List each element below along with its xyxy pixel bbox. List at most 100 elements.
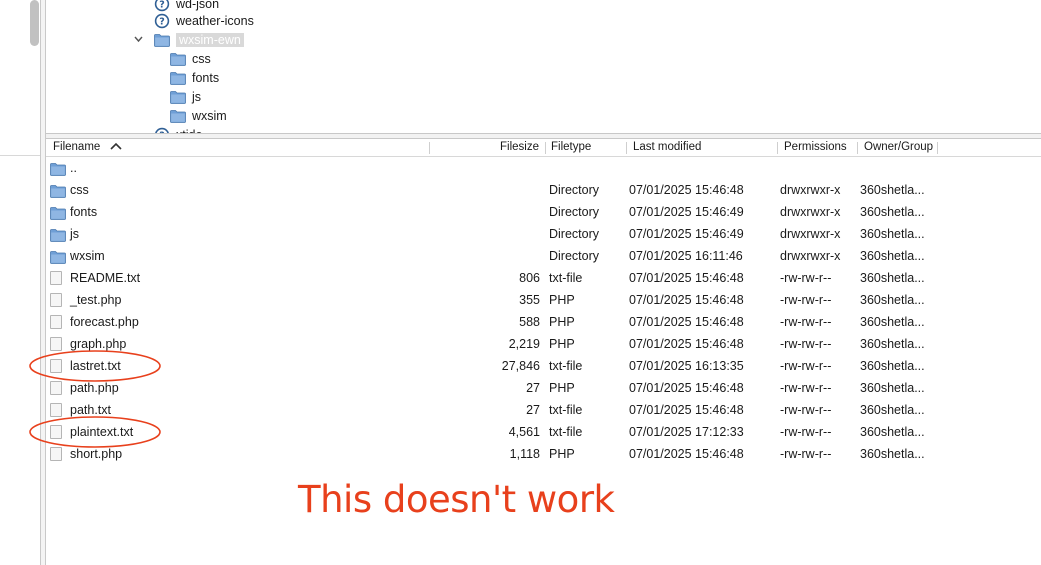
column-separator[interactable] xyxy=(545,142,546,154)
file-icon xyxy=(50,447,65,461)
file-type: PHP xyxy=(549,315,575,329)
file-owner: 360shetla... xyxy=(860,337,925,351)
tree-item-label: wxsim-ewn xyxy=(176,32,244,47)
file-owner: 360shetla... xyxy=(860,205,925,219)
tree-item[interactable]: wxsim xyxy=(170,106,227,125)
file-modified: 07/01/2025 15:46:49 xyxy=(629,227,744,241)
tree-item-label: js xyxy=(192,89,202,104)
table-row[interactable]: plaintext.txt 4,561 txt-file 07/01/2025 17:… xyxy=(46,421,1041,443)
local-pane xyxy=(0,0,40,565)
tree-item-label: wd-json xyxy=(176,0,220,11)
file-permissions: -rw-rw-r-- xyxy=(780,359,832,373)
tree-item[interactable]: fonts xyxy=(170,68,219,87)
file-size xyxy=(426,223,540,245)
file-owner: 360shetla... xyxy=(860,315,925,329)
file-size xyxy=(426,201,540,223)
table-row[interactable]: lastret.txt 27,846 txt-file 07/01/2025 16:1… xyxy=(46,355,1041,377)
folder-icon xyxy=(50,249,66,264)
file-name: js xyxy=(70,227,80,241)
file-icon xyxy=(50,381,65,395)
file-modified: 07/01/2025 15:46:48 xyxy=(629,293,744,307)
file-type: txt-file xyxy=(549,403,583,417)
tree-item[interactable]: css xyxy=(170,49,211,68)
column-filename[interactable]: Filename xyxy=(53,139,122,156)
column-separator[interactable] xyxy=(777,142,778,154)
table-row[interactable]: README.txt 806 txt-file 07/01/2025 15:46:48… xyxy=(46,267,1041,289)
file-name: plaintext.txt xyxy=(70,425,134,439)
file-permissions: drwxrwxr-x xyxy=(780,249,841,263)
folder-icon xyxy=(170,90,186,104)
file-name: wxsim xyxy=(70,249,105,263)
file-icon xyxy=(50,337,65,351)
file-modified: 07/01/2025 15:46:48 xyxy=(629,337,744,351)
chevron-down-icon[interactable] xyxy=(134,32,143,43)
folder-icon xyxy=(50,161,66,176)
column-owner-group[interactable]: Owner/Group xyxy=(864,139,933,156)
file-owner: 360shetla... xyxy=(860,271,925,285)
column-filetype[interactable]: Filetype xyxy=(551,139,591,156)
file-owner: 360shetla... xyxy=(860,227,925,241)
table-row[interactable]: wxsim Directory 07/01/2025 16:11:46 drwxrwx… xyxy=(46,245,1041,267)
file-type: Directory xyxy=(549,249,600,263)
tree-item-label: css xyxy=(192,51,211,66)
folder-icon xyxy=(50,205,66,220)
file-modified: 07/01/2025 15:46:48 xyxy=(629,381,744,395)
tree-item[interactable]: wxsim-ewn xyxy=(154,30,244,49)
file-size: 27,846 xyxy=(501,359,540,373)
table-row[interactable]: path.php 27 PHP 07/01/2025 15:46:48 -rw-rw-r… xyxy=(46,377,1041,399)
file-name: css xyxy=(70,183,89,197)
column-separator[interactable] xyxy=(626,142,627,154)
help-icon: ? xyxy=(154,0,170,12)
table-row[interactable]: forecast.php 588 PHP 07/01/2025 15:46:48 -rw… xyxy=(46,311,1041,333)
file-owner: 360shetla... xyxy=(860,183,925,197)
table-row[interactable]: graph.php 2,219 PHP 07/01/2025 15:46:48 -rw-… xyxy=(46,333,1041,355)
local-pane-divider xyxy=(0,155,40,156)
column-last-modified[interactable]: Last modified xyxy=(633,139,701,156)
column-separator[interactable] xyxy=(857,142,858,154)
table-row[interactable]: css Directory 07/01/2025 15:46:48 drwxrwxr-… xyxy=(46,179,1041,201)
file-permissions: -rw-rw-r-- xyxy=(780,381,832,395)
file-modified: 07/01/2025 16:11:46 xyxy=(629,249,743,263)
folder-icon xyxy=(170,52,186,66)
table-row[interactable]: fonts Directory 07/01/2025 15:46:49 drwxrwx… xyxy=(46,201,1041,223)
file-owner: 360shetla... xyxy=(860,381,925,395)
table-row[interactable]: .. xyxy=(46,157,1041,179)
column-separator[interactable] xyxy=(937,142,938,154)
table-row[interactable]: path.txt 27 txt-file 07/01/2025 15:46:48 -rw… xyxy=(46,399,1041,421)
chevron-up-icon[interactable] xyxy=(109,142,122,150)
column-permissions[interactable]: Permissions xyxy=(784,139,847,156)
column-separator[interactable] xyxy=(429,142,430,154)
file-modified: 07/01/2025 15:46:48 xyxy=(629,315,744,329)
table-row[interactable]: js Directory 07/01/2025 15:46:49 drwxrwxr-x… xyxy=(46,223,1041,245)
file-type: txt-file xyxy=(549,425,583,439)
file-name: path.php xyxy=(70,381,119,395)
file-permissions: -rw-rw-r-- xyxy=(780,271,832,285)
tree-item[interactable]: js xyxy=(170,87,201,106)
file-type: PHP xyxy=(549,293,575,307)
file-permissions: drwxrwxr-x xyxy=(780,205,841,219)
file-name: lastret.txt xyxy=(70,359,121,373)
file-permissions: -rw-rw-r-- xyxy=(780,403,832,417)
file-modified: 07/01/2025 15:46:49 xyxy=(629,205,744,219)
table-row[interactable]: short.php 1,118 PHP 07/01/2025 15:46:48 -rw-… xyxy=(46,443,1041,465)
file-owner: 360shetla... xyxy=(860,293,925,307)
file-size: 4,561 xyxy=(508,425,540,439)
file-name: .. xyxy=(70,161,77,175)
file-size: 806 xyxy=(519,271,540,285)
folder-icon xyxy=(154,33,170,47)
file-type: txt-file xyxy=(549,359,583,373)
tree-item[interactable]: ? weather-icons xyxy=(154,11,254,30)
tree-item-label: wxsim xyxy=(192,108,227,123)
file-permissions: -rw-rw-r-- xyxy=(780,447,832,461)
folder-icon xyxy=(170,71,186,85)
tree-item[interactable]: ?xtide xyxy=(154,125,202,133)
file-type: Directory xyxy=(549,183,600,197)
column-filesize[interactable]: Filesize xyxy=(500,139,539,156)
local-pane-scrollbar[interactable] xyxy=(30,0,39,46)
file-size xyxy=(426,179,540,201)
file-type: PHP xyxy=(549,337,575,351)
table-row[interactable]: _test.php 355 PHP 07/01/2025 15:46:48 -rw-rw… xyxy=(46,289,1041,311)
file-size: 2,219 xyxy=(508,337,540,351)
file-type: txt-file xyxy=(549,271,583,285)
file-permissions: -rw-rw-r-- xyxy=(780,425,832,439)
